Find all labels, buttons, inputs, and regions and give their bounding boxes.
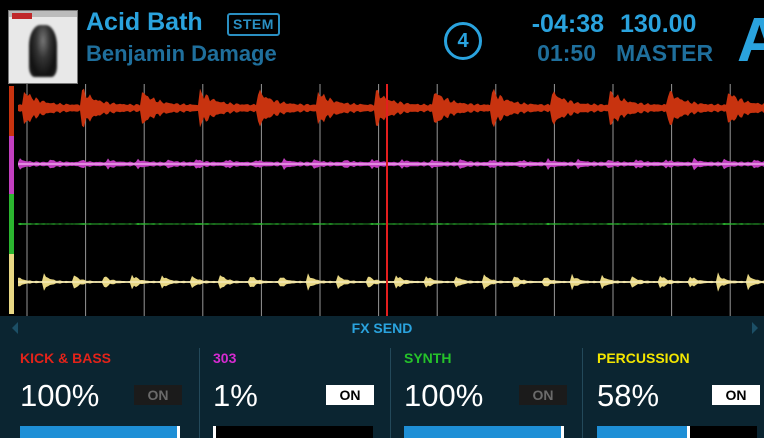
- stem-fx-value: 1%: [213, 378, 258, 413]
- deck-letter: A: [737, 6, 764, 75]
- deck-header: Acid Bath STEM Benjamin Damage 4 -04:38 …: [0, 0, 764, 84]
- synth-stem-strip: [9, 194, 14, 254]
- stem-on-button[interactable]: ON: [326, 385, 374, 405]
- stem-on-button[interactable]: ON: [519, 385, 567, 405]
- stem-on-button[interactable]: ON: [712, 385, 760, 405]
- sync-mode-label: MASTER: [616, 40, 714, 66]
- stem-level-marker: [177, 426, 180, 438]
- stem-level-fill: [597, 426, 690, 438]
- kick-bass-stem-strip: [9, 86, 14, 136]
- bpm-display: 130.00: [620, 10, 697, 38]
- stem-panel-kick-bass: KICK & BASS 100% ON: [0, 340, 199, 438]
- stem-level-bar[interactable]: [597, 426, 757, 438]
- stem-controls: KICK & BASS 100% ON 303 1% ON SYNTH 100%…: [0, 340, 764, 438]
- stem-panel-synth: SYNTH 100% ON: [391, 340, 582, 438]
- stem-panel-303: 303 1% ON: [200, 340, 390, 438]
- stem-fx-value: 100%: [404, 378, 484, 413]
- stem-level-bar[interactable]: [20, 426, 180, 438]
- synth-waveform: [18, 222, 764, 226]
- stem-on-button[interactable]: ON: [134, 385, 182, 405]
- stem-fx-value: 58%: [597, 378, 660, 413]
- stem-panel-percussion: PERCUSSION 58% ON: [583, 340, 764, 438]
- 303-stem-strip: [9, 136, 14, 194]
- stem-level-bar[interactable]: [404, 426, 564, 438]
- kick-bass-waveform: [18, 88, 764, 128]
- time-remaining: -04:38: [531, 10, 604, 38]
- waveform-svg[interactable]: [0, 84, 764, 316]
- fx-send-bar: FX SEND: [0, 316, 764, 340]
- stem-waveform-display[interactable]: [0, 84, 764, 316]
- deck-number-badge: 4: [444, 22, 482, 60]
- scroll-right-icon[interactable]: [752, 322, 758, 334]
- stem-level-bar[interactable]: [213, 426, 373, 438]
- cover-figure: [29, 25, 57, 77]
- stem-level-marker: [561, 426, 564, 438]
- traktor-deck-screen: Acid Bath STEM Benjamin Damage 4 -04:38 …: [0, 0, 764, 438]
- stem-badge: STEM: [227, 13, 280, 36]
- stem-level-marker: [213, 426, 216, 438]
- stem-fx-value: 100%: [20, 378, 100, 413]
- album-cover: [8, 10, 78, 84]
- stem-level-marker: [687, 426, 690, 438]
- stem-name: 303: [213, 350, 237, 366]
- time-elapsed: 01:50: [537, 40, 596, 66]
- fx-send-label: FX SEND: [351, 320, 413, 336]
- percussion-stem-strip: [9, 254, 14, 314]
- stem-level-fill: [404, 426, 564, 438]
- cover-label: [12, 13, 32, 19]
- track-artist: Benjamin Damage: [86, 41, 277, 66]
- stem-name: PERCUSSION: [597, 350, 690, 366]
- stem-name: SYNTH: [404, 350, 452, 366]
- stem-level-fill: [20, 426, 180, 438]
- track-title: Acid Bath: [86, 8, 203, 36]
- stem-name: KICK & BASS: [20, 350, 112, 366]
